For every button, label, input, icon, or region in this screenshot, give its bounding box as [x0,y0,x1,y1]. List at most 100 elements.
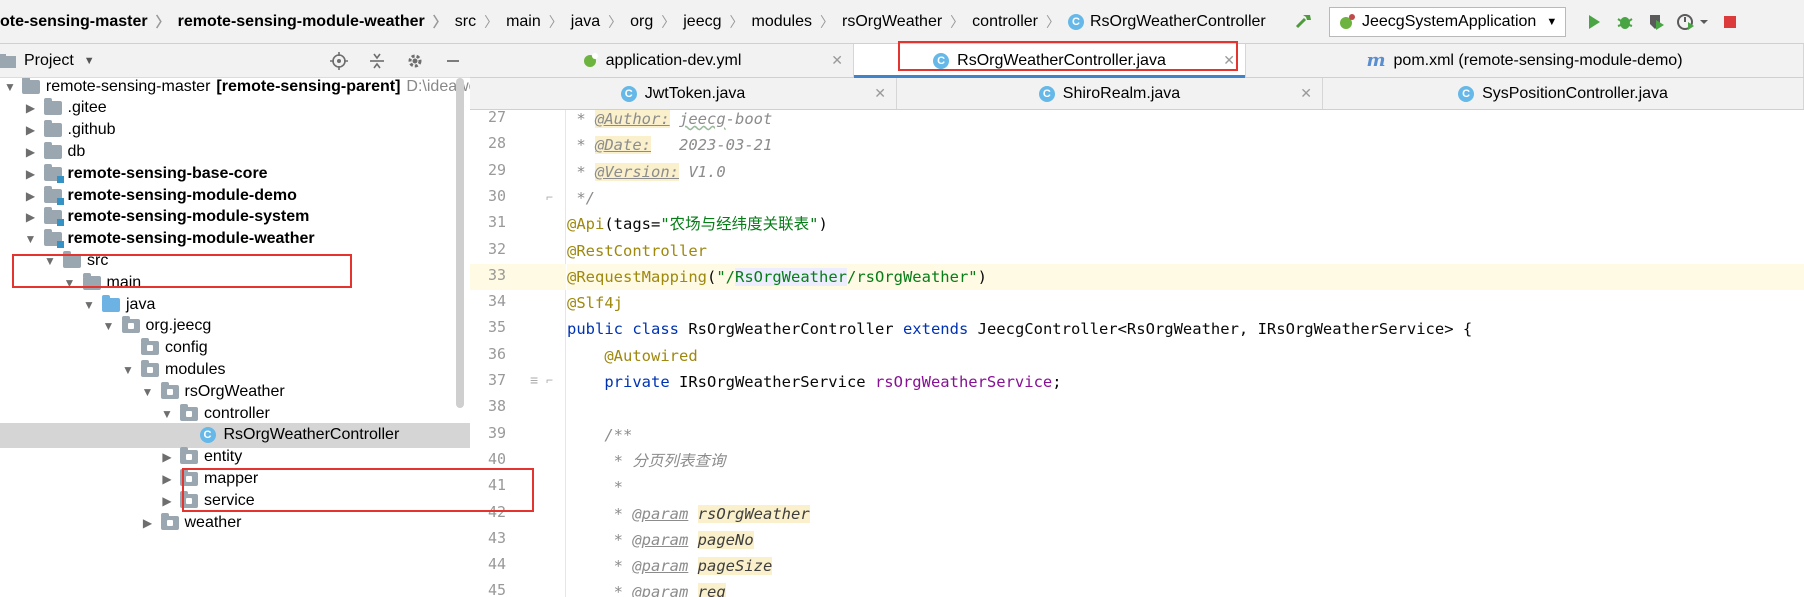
breadcrumb-item[interactable]: main 〉 [506,12,571,32]
expand-arrow-down-icon[interactable]: ▼ [24,232,38,246]
tree-item-module-name: [remote-sensing-parent] [216,78,401,95]
editor-tab[interactable]: C ShiroRealm.java ✕ [897,78,1323,109]
expand-arrow-right-icon[interactable]: ▶ [160,494,174,508]
java-class-icon: C [1067,14,1084,30]
spring-config-icon [582,52,598,69]
breadcrumb-item[interactable]: java 〉 [571,12,630,32]
package-icon [141,359,159,377]
locate-target-icon[interactable] [326,48,352,74]
run-icon[interactable] [1580,8,1608,36]
code-token: pageNo [697,530,754,549]
close-icon[interactable]: ✕ [1223,52,1235,69]
tree-item-label: config [165,339,208,357]
tree-item-label: mapper [204,469,259,487]
tree-item-label: entity [204,448,243,466]
expand-arrow-down-icon[interactable]: ▼ [141,385,155,399]
spring-boot-icon [1338,13,1356,31]
line-number: 37 [487,371,506,389]
expand-arrow-down-icon[interactable]: ▼ [63,276,77,290]
tree-item-label: db [67,142,86,160]
breadcrumb-item[interactable]: modules 〉 [752,12,842,32]
breadcrumb-item[interactable]: org 〉 [630,12,683,32]
expand-arrow-right-icon[interactable]: ▶ [24,145,38,159]
editor-tab[interactable]: C RsOrgWeatherController.java ✕ [854,44,1246,78]
breadcrumb-label: RsOrgWeatherController [1089,13,1266,30]
breadcrumb-label: modules [751,13,812,30]
expand-arrow-right-icon[interactable]: ▶ [24,167,38,181]
expand-arrow-right-icon[interactable]: ▶ [24,123,38,137]
expand-arrow-right-icon[interactable]: ▶ [160,450,174,464]
build-hammer-icon[interactable] [1290,8,1318,36]
breadcrumb-item[interactable]: controller 〉 [972,12,1068,32]
code-token: IRsOrgWeatherService [678,373,875,391]
project-view-selector[interactable]: Project ▼ [0,44,95,78]
render-doc-icon[interactable]: ≡ [530,372,538,388]
code-token: V1.0 [679,162,726,181]
collapse-all-icon[interactable] [364,48,390,74]
tree-scrollbar[interactable] [456,78,464,408]
expand-arrow-down-icon[interactable]: ▼ [121,363,135,377]
breadcrumb-item[interactable]: remote-sensing-module-weather 〉 [178,12,455,32]
code-token: public class [567,320,689,339]
code-token: @param [632,530,689,549]
expand-arrow-right-icon[interactable]: ▶ [141,516,155,530]
breadcrumb-item[interactable]: C RsOrgWeatherController [1067,13,1266,31]
editor-tab[interactable]: C JwtToken.java ✕ [470,78,897,109]
expand-arrow-down-icon[interactable]: ▼ [4,80,16,94]
tree-item-label: service [204,491,255,509]
breadcrumb-label: ote-sensing-master [0,13,148,30]
package-icon [180,447,198,465]
debug-icon[interactable] [1611,8,1639,36]
expand-arrow-down-icon[interactable]: ▼ [43,254,57,268]
editor-tab[interactable]: application-dev.yml ✕ [470,44,854,77]
fold-marker-icon[interactable]: ⌐ [546,373,553,387]
gear-icon[interactable] [402,48,428,74]
expand-arrow-right-icon[interactable]: ▶ [160,472,174,486]
close-icon[interactable]: ✕ [831,52,843,69]
breadcrumb-item[interactable]: rsOrgWeather 〉 [842,12,972,32]
editor-tab[interactable]: C SysPositionController.java [1323,78,1804,109]
breadcrumb-separator-icon: 〉 [484,14,499,30]
fold-marker-icon[interactable]: ⌐ [546,190,553,204]
java-class-icon: C [199,427,216,444]
code-token: /rsOrgWeather" [846,267,978,286]
tree-item-label: remote-sensing-module-weather [67,230,315,248]
expand-arrow-down-icon[interactable]: ▼ [102,319,116,333]
close-icon[interactable]: ✕ [874,85,886,102]
code-token: * [567,162,595,181]
breadcrumb-separator-icon: 〉 [819,14,834,30]
coverage-icon[interactable] [1642,8,1670,36]
breadcrumb-item[interactable]: src 〉 [455,12,506,32]
folder-icon [43,141,62,159]
code-token: @Date: [595,136,651,155]
expand-arrow-down-icon[interactable]: ▼ [160,407,174,421]
code-token: ; [1052,373,1062,391]
package-icon [160,381,179,399]
breadcrumb-item[interactable]: ote-sensing-master 〉 [0,12,178,32]
expand-arrow-right-icon[interactable]: ▶ [24,101,38,115]
tree-item[interactable]: ▶ weather [0,510,470,535]
tree-item-label: remote-sensing-base-core [67,164,268,182]
close-icon[interactable]: ✕ [1300,85,1312,102]
code-token: rsOrgWeatherService [874,373,1053,391]
expand-arrow-down-icon[interactable]: ▼ [82,298,96,312]
code-token: ( [706,267,717,286]
code-token: * 分页列表查询 [567,451,726,470]
line-number: 40 [487,449,506,468]
code-token: @param [632,557,689,576]
line-number: 32 [487,239,506,258]
breadcrumb-item[interactable]: jeecg 〉 [683,12,751,32]
profile-icon[interactable] [1673,8,1713,36]
hide-minus-icon[interactable] [440,48,466,74]
expand-arrow-right-icon[interactable]: ▶ [24,189,38,203]
tree-item-label: org.jeecg [145,317,212,335]
editor-tab[interactable]: m pom.xml (remote-sensing-module-demo) [1246,44,1804,77]
expand-arrow-right-icon[interactable]: ▶ [24,210,38,224]
editor-tab-label: RsOrgWeatherController.java [957,51,1166,69]
stop-icon[interactable] [1716,8,1744,36]
run-configuration-select[interactable]: JeecgSystemApplication ▼ [1329,7,1567,37]
tree-item-label: main [106,273,142,291]
breadcrumb-separator-icon: 〉 [432,14,447,30]
code-editor[interactable]: * @Author: jeecg-boot * @Date: 2023-03-2… [567,110,1804,597]
tree-item-label: remote-sensing-module-demo [67,186,297,204]
